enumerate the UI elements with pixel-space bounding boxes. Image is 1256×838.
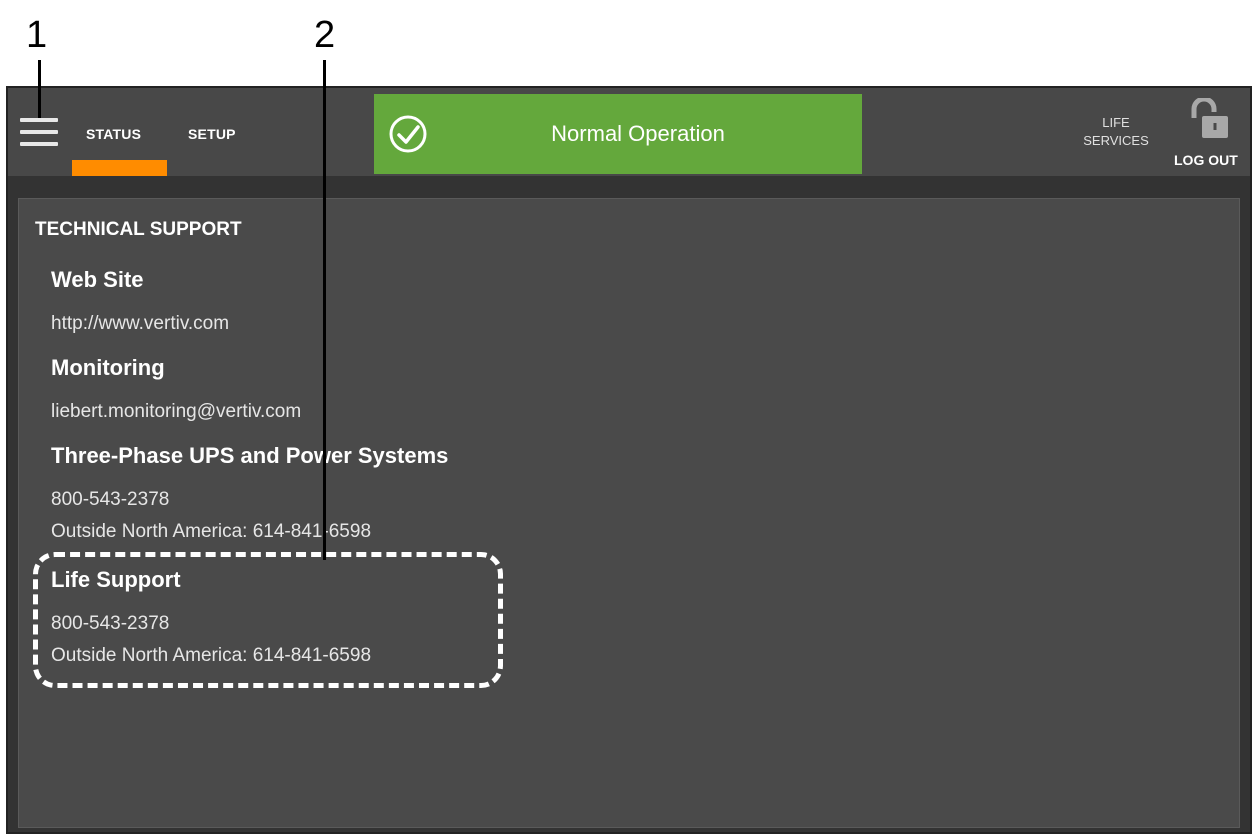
status-text: Normal Operation (551, 121, 725, 146)
website-link[interactable]: http://www.vertiv.com (51, 313, 229, 335)
logout-button[interactable]: LOG OUT (1174, 152, 1238, 168)
status-banner[interactable]: Normal Operation (374, 94, 862, 174)
tab-setup[interactable]: SETUP (188, 126, 236, 142)
callout-line-2 (323, 60, 326, 560)
device-screen: STATUS SETUP Normal Operation LIFE SERVI… (6, 86, 1252, 834)
callout-number-2: 2 (314, 14, 336, 56)
website-heading: Web Site (51, 267, 144, 292)
monitoring-heading: Monitoring (51, 355, 165, 380)
tab-status[interactable]: STATUS (86, 126, 141, 142)
menu-icon[interactable] (20, 118, 58, 148)
monitoring-email[interactable]: liebert.monitoring@vertiv.com (51, 401, 301, 423)
life-support-highlight (33, 552, 503, 688)
technical-support-panel: TECHNICAL SUPPORT Web Site http://www.ve… (18, 198, 1240, 828)
section-title: TECHNICAL SUPPORT (35, 219, 242, 240)
callout-number-1: 1 (26, 14, 48, 56)
active-tab-indicator (72, 160, 167, 176)
three-phase-heading: Three-Phase UPS and Power Systems (51, 443, 449, 468)
life-services-line-1: LIFE (1102, 115, 1130, 130)
top-bar: STATUS SETUP Normal Operation LIFE SERVI… (8, 88, 1250, 176)
callout-line-1 (38, 60, 41, 118)
unlocked-padlock-icon[interactable] (1188, 98, 1228, 140)
life-services-line-2: SERVICES (1083, 133, 1149, 148)
life-services-button[interactable]: LIFE SERVICES (1068, 114, 1164, 150)
three-phase-phone: 800-543-2378 (51, 489, 170, 510)
